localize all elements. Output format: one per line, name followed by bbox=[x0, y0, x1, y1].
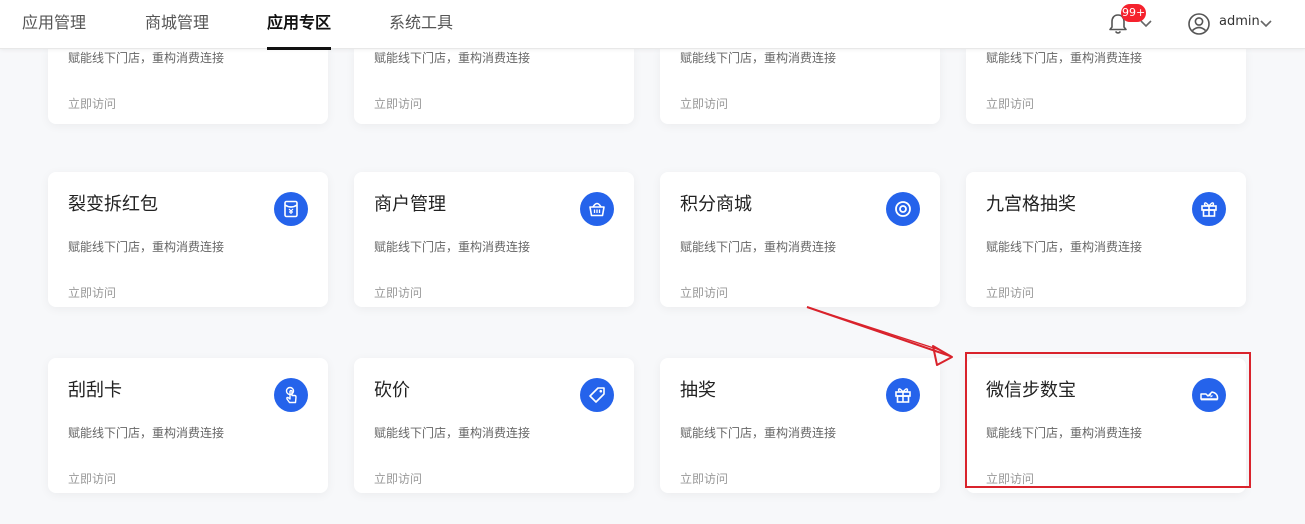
sneaker-icon bbox=[1192, 378, 1226, 412]
chevron-down-icon[interactable] bbox=[1139, 18, 1153, 30]
card-description: 赋能线下门店，重构消费连接 bbox=[680, 51, 837, 65]
tab-mall-management[interactable]: 商城管理 bbox=[145, 0, 209, 48]
app-card-partial[interactable]: 赋能线下门店，重构消费连接 立即访问 bbox=[660, 48, 940, 124]
card-description: 赋能线下门店，重构消费连接 bbox=[680, 240, 837, 254]
card-description: 赋能线下门店，重构消费连接 bbox=[374, 426, 531, 440]
card-description: 赋能线下门店，重构消费连接 bbox=[374, 240, 531, 254]
red-envelope-icon bbox=[274, 192, 308, 226]
app-card-scratch-card[interactable]: 刮刮卡 赋能线下门店，重构消费连接 立即访问 bbox=[48, 358, 328, 493]
gift-icon bbox=[1192, 192, 1226, 226]
app-card-partial[interactable]: 赋能线下门店，重构消费连接 立即访问 bbox=[48, 48, 328, 124]
visit-link[interactable]: 立即访问 bbox=[986, 95, 1034, 112]
card-description: 赋能线下门店，重构消费连接 bbox=[68, 51, 225, 65]
app-card-partial[interactable]: 赋能线下门店，重构消费连接 立即访问 bbox=[966, 48, 1246, 124]
card-description: 赋能线下门店，重构消费连接 bbox=[374, 51, 531, 65]
visit-link[interactable]: 立即访问 bbox=[374, 284, 422, 301]
tab-app-management[interactable]: 应用管理 bbox=[22, 0, 86, 48]
card-description: 赋能线下门店，重构消费连接 bbox=[986, 51, 1143, 65]
hand-tap-icon bbox=[274, 378, 308, 412]
card-title: 积分商城 bbox=[680, 194, 752, 215]
user-menu-chevron-icon[interactable] bbox=[1259, 18, 1273, 30]
tab-system-tools[interactable]: 系统工具 bbox=[389, 0, 453, 48]
top-navigation-bar: 应用管理 商城管理 应用专区 系统工具 99+ admin bbox=[0, 0, 1305, 50]
visit-link[interactable]: 立即访问 bbox=[68, 95, 116, 112]
username[interactable]: admin bbox=[1219, 14, 1260, 29]
visit-link[interactable]: 立即访问 bbox=[68, 470, 116, 487]
user-avatar-icon[interactable] bbox=[1187, 12, 1211, 36]
card-title: 抽奖 bbox=[680, 380, 716, 401]
active-tab-indicator bbox=[267, 47, 332, 50]
card-title: 商户管理 bbox=[374, 194, 446, 215]
visit-link[interactable]: 立即访问 bbox=[680, 470, 728, 487]
visit-link[interactable]: 立即访问 bbox=[986, 284, 1034, 301]
card-description: 赋能线下门店，重构消费连接 bbox=[986, 240, 1143, 254]
price-tag-icon bbox=[580, 378, 614, 412]
app-card-lottery[interactable]: 抽奖 赋能线下门店，重构消费连接 立即访问 bbox=[660, 358, 940, 493]
points-target-icon bbox=[886, 192, 920, 226]
card-title: 微信步数宝 bbox=[986, 380, 1076, 401]
visit-link[interactable]: 立即访问 bbox=[374, 95, 422, 112]
visit-link[interactable]: 立即访问 bbox=[986, 470, 1034, 487]
card-description: 赋能线下门店，重构消费连接 bbox=[680, 426, 837, 440]
card-title: 砍价 bbox=[374, 380, 410, 401]
tab-app-zone[interactable]: 应用专区 bbox=[267, 0, 332, 50]
app-card-wechat-step-treasure[interactable]: 微信步数宝 赋能线下门店，重构消费连接 立即访问 bbox=[966, 358, 1246, 493]
visit-link[interactable]: 立即访问 bbox=[680, 95, 728, 112]
card-description: 赋能线下门店，重构消费连接 bbox=[68, 426, 225, 440]
card-title: 裂变拆红包 bbox=[68, 194, 158, 215]
card-title: 九宫格抽奖 bbox=[986, 194, 1076, 215]
app-card-points-mall[interactable]: 积分商城 赋能线下门店，重构消费连接 立即访问 bbox=[660, 172, 940, 307]
card-title: 刮刮卡 bbox=[68, 380, 122, 401]
visit-link[interactable]: 立即访问 bbox=[68, 284, 116, 301]
app-card-merchant-management[interactable]: 商户管理 赋能线下门店，重构消费连接 立即访问 bbox=[354, 172, 634, 307]
card-description: 赋能线下门店，重构消费连接 bbox=[986, 426, 1143, 440]
app-card-nine-grid-lottery[interactable]: 九宫格抽奖 赋能线下门店，重构消费连接 立即访问 bbox=[966, 172, 1246, 307]
app-card-partial[interactable]: 赋能线下门店，重构消费连接 立即访问 bbox=[354, 48, 634, 124]
visit-link[interactable]: 立即访问 bbox=[374, 470, 422, 487]
visit-link[interactable]: 立即访问 bbox=[680, 284, 728, 301]
app-card-split-red-packet[interactable]: 裂变拆红包 赋能线下门店，重构消费连接 立即访问 bbox=[48, 172, 328, 307]
app-card-bargain[interactable]: 砍价 赋能线下门店，重构消费连接 立即访问 bbox=[354, 358, 634, 493]
shop-basket-icon bbox=[580, 192, 614, 226]
card-description: 赋能线下门店，重构消费连接 bbox=[68, 240, 225, 254]
gift-icon bbox=[886, 378, 920, 412]
tab-app-zone-label: 应用专区 bbox=[267, 13, 332, 32]
